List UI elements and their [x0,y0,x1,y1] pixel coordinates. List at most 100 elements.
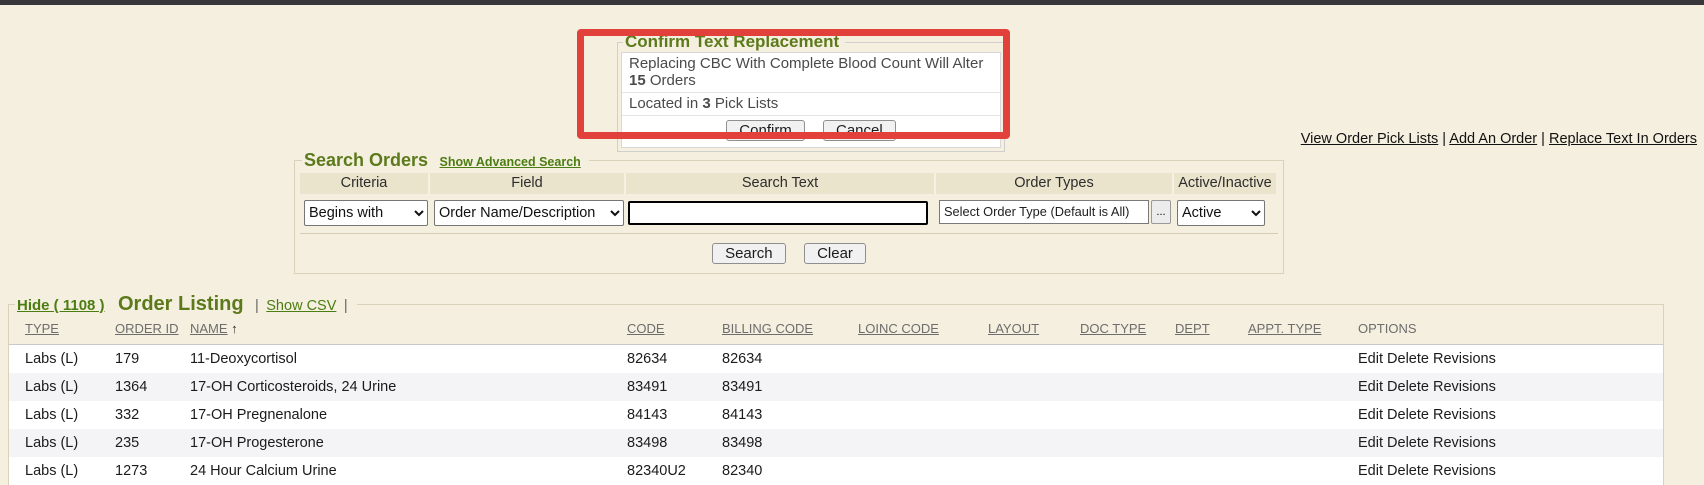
revisions-link[interactable]: Revisions [1433,407,1496,423]
column-header-billing-code[interactable]: BILLING CODE [722,321,813,336]
separator: | [1438,131,1449,147]
table-cell [1248,401,1358,429]
table-cell [988,345,1080,373]
search-button-row: Search Clear [300,234,1278,264]
field-header: Field [430,173,626,194]
table-cell [1080,429,1175,457]
table-cell: 179 [115,345,190,373]
top-border-bar [0,0,1704,5]
table-cell [988,373,1080,401]
separator: | [255,298,259,314]
order-listing-panel: Hide ( 1108 ) Order Listing | Show CSV |… [8,293,1664,485]
column-header-cell: TYPE [9,317,115,345]
table-cell [1175,373,1248,401]
criteria-select[interactable]: Begins with [304,200,428,226]
table-cell: 84143 [627,401,722,429]
revisions-link[interactable]: Revisions [1433,351,1496,367]
show-csv-link[interactable]: Show CSV [266,298,336,314]
line1-count: 15 [629,72,646,89]
line1-suffix: Orders [646,72,696,89]
search-orders-panel: Search Orders Show Advanced Search Crite… [294,150,1284,274]
view-order-pick-lists-link[interactable]: View Order Pick Lists [1301,131,1439,147]
table-cell [988,429,1080,457]
cancel-button[interactable]: Cancel [823,120,896,141]
delete-link[interactable]: Delete [1387,351,1429,367]
edit-link[interactable]: Edit [1358,463,1383,479]
confirm-button[interactable]: Confirm [726,120,805,141]
dialog-message-line2: Located in 3 Pick Lists [622,93,1000,116]
line2-prefix: Located in [629,95,702,112]
line1-prefix: Replacing CBC With Complete Blood Count … [629,55,983,72]
column-header-cell: APPT. TYPE [1248,317,1358,345]
column-header-dept[interactable]: DEPT [1175,321,1210,336]
table-cell: 82340 [722,457,858,485]
active-inactive-select[interactable]: Active [1177,200,1265,226]
delete-link[interactable]: Delete [1387,435,1429,451]
criteria-header: Criteria [300,173,430,194]
search-orders-title: Search Orders [304,150,428,170]
search-button[interactable]: Search [712,243,786,264]
clear-button[interactable]: Clear [804,243,866,264]
table-cell [1248,457,1358,485]
delete-link[interactable]: Delete [1387,379,1429,395]
table-cell: 332 [115,401,190,429]
column-header-appt-type[interactable]: APPT. TYPE [1248,321,1321,336]
table-cell: 83491 [627,373,722,401]
search-text-input[interactable] [628,201,928,225]
delete-link[interactable]: Delete [1387,463,1429,479]
order-type-browse-button[interactable]: ... [1151,200,1171,224]
table-cell: 1273 [115,457,190,485]
edit-link[interactable]: Edit [1358,351,1383,367]
table-cell: 235 [115,429,190,457]
search-form-grid: Criteria Field Search Text Order Types A… [300,173,1278,228]
show-advanced-search-link[interactable]: Show Advanced Search [440,155,581,169]
table-cell: Labs (L) [9,401,115,429]
edit-link[interactable]: Edit [1358,407,1383,423]
column-header-name[interactable]: NAME [190,321,228,336]
table-row: Labs (L)127324 Hour Calcium Urine82340U2… [9,457,1663,485]
column-header-type[interactable]: TYPE [25,321,59,336]
table-cell: Labs (L) [9,457,115,485]
table-cell: 17-OH Corticosteroids, 24 Urine [190,373,627,401]
table-cell [1080,373,1175,401]
column-header-cell: DOC TYPE [1080,317,1175,345]
table-cell: 24 Hour Calcium Urine [190,457,627,485]
column-header-order-id[interactable]: ORDER ID [115,321,179,336]
table-cell [1248,345,1358,373]
column-header-loinc-code[interactable]: LOINC CODE [858,321,939,336]
orders-admin-page: Confirm Text Replacement Replacing CBC W… [0,0,1704,485]
row-options-cell: Edit Delete Revisions [1358,345,1663,373]
table-cell [1175,345,1248,373]
column-header-cell: NAME ↑ [190,317,627,345]
order-types-header: Order Types [936,173,1174,194]
field-select[interactable]: Order Name/Description [434,200,624,226]
active-inactive-header: Active/Inactive [1174,173,1276,194]
confirm-dialog-title: Confirm Text Replacement [623,32,845,52]
order-types-cell: Select Order Type (Default is All) ... [936,194,1174,228]
add-an-order-link[interactable]: Add An Order [1449,131,1537,147]
column-header-layout[interactable]: LAYOUT [988,321,1039,336]
orders-table: TYPE ORDER ID NAME ↑CODE BILLING CODE LOINC … [9,317,1663,485]
column-header-cell: DEPT [1175,317,1248,345]
column-header-cell: BILLING CODE [722,317,858,345]
revisions-link[interactable]: Revisions [1433,379,1496,395]
dialog-message-line1: Replacing CBC With Complete Blood Count … [622,53,1000,93]
revisions-link[interactable]: Revisions [1433,463,1496,479]
delete-link[interactable]: Delete [1387,407,1429,423]
order-type-value[interactable]: Select Order Type (Default is All) [939,200,1149,224]
top-links: View Order Pick Lists | Add An Order | R… [1301,131,1697,147]
hide-count-link[interactable]: Hide ( 1108 ) [17,297,105,314]
table-cell: Labs (L) [9,429,115,457]
row-options-cell: Edit Delete Revisions [1358,429,1663,457]
edit-link[interactable]: Edit [1358,435,1383,451]
table-cell: 82634 [722,345,858,373]
orders-table-header-row: TYPE ORDER ID NAME ↑CODE BILLING CODE LOINC … [9,317,1663,345]
revisions-link[interactable]: Revisions [1433,435,1496,451]
active-inactive-cell: Active [1174,194,1276,228]
column-header-code[interactable]: CODE [627,321,665,336]
column-header-doc-type[interactable]: DOC TYPE [1080,321,1146,336]
edit-link[interactable]: Edit [1358,379,1383,395]
replace-text-in-orders-link[interactable]: Replace Text In Orders [1549,131,1697,147]
confirm-dialog-body: Replacing CBC With Complete Blood Count … [621,52,1001,148]
table-cell [1175,429,1248,457]
